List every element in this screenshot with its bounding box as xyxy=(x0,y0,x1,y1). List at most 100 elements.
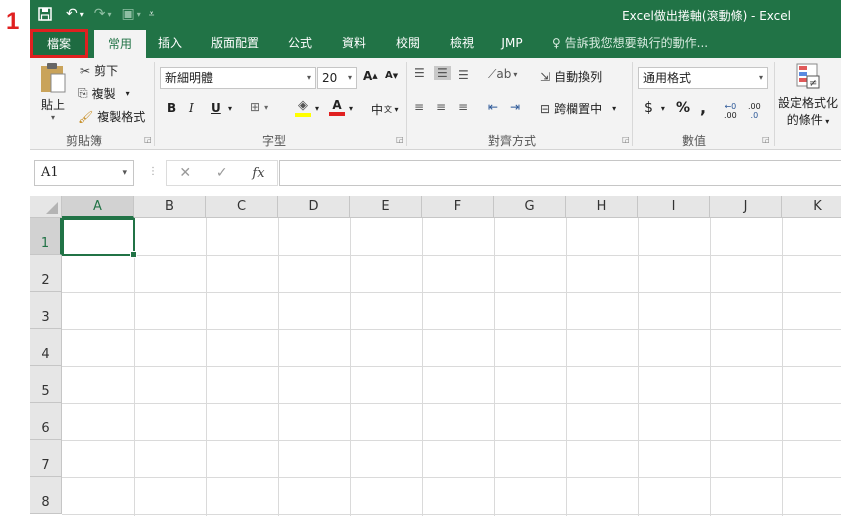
tab-formulas[interactable]: 公式 xyxy=(278,28,322,58)
drag-handle-icon[interactable]: ⋮ xyxy=(148,166,158,177)
row-header-8[interactable]: 8 xyxy=(30,477,62,514)
tab-data[interactable]: 資料 xyxy=(332,28,376,58)
group-separator xyxy=(406,62,407,146)
column-header-f[interactable]: F xyxy=(422,196,494,218)
active-cell[interactable] xyxy=(62,218,137,258)
redo-icon[interactable]: ↷ ▾ xyxy=(94,6,112,22)
undo-icon[interactable]: ↶ ▾ xyxy=(66,6,84,22)
tab-jmp[interactable]: JMP xyxy=(492,28,532,58)
bold-button[interactable]: B xyxy=(167,101,176,115)
font-color-dropdown-icon[interactable]: ▾ xyxy=(349,104,353,113)
font-size-select[interactable]: 20 ▾ xyxy=(317,67,357,89)
dialog-launcher-icon[interactable]: ◲ xyxy=(144,135,152,144)
align-center-icon[interactable]: ≡ xyxy=(436,100,446,114)
currency-button[interactable]: $ ▾ xyxy=(644,100,665,116)
chevron-down-icon: ▾ xyxy=(347,73,352,82)
row-header-1[interactable]: 1 xyxy=(30,218,62,255)
font-color-button[interactable]: A xyxy=(329,98,345,116)
row-header-4[interactable]: 4 xyxy=(30,329,62,366)
column-header-j[interactable]: J xyxy=(710,196,782,218)
dialog-launcher-icon[interactable]: ◲ xyxy=(622,135,630,144)
copy-icon: ⎘ xyxy=(78,86,88,100)
select-all-corner[interactable] xyxy=(30,196,62,218)
number-format-value: 通用格式 xyxy=(643,71,692,85)
column-header-e[interactable]: E xyxy=(350,196,422,218)
orientation-icon[interactable]: ⟋ab ▾ xyxy=(488,67,517,82)
paste-label: 貼上 xyxy=(40,98,65,112)
copy-label: 複製 xyxy=(91,87,116,101)
fill-color-dropdown-icon[interactable]: ▾ xyxy=(315,104,319,113)
step-marker: 1 xyxy=(6,8,20,35)
increase-decimal-button[interactable]: ←0.00 xyxy=(724,102,737,120)
percent-button[interactable]: % xyxy=(676,100,690,116)
tab-review[interactable]: 校閱 xyxy=(386,28,430,58)
cancel-icon[interactable]: ✕ xyxy=(179,165,191,181)
borders-icon[interactable]: ⊞ ▾ xyxy=(250,100,268,114)
customize-icon[interactable]: ⩡ xyxy=(149,9,155,20)
ribbon-home: 貼上 ▾ ✂ 剪下 ⎘ 複製 ▾ 🖌 複製格式 剪貼簿 ◲ 新細明體 ▾ 20 ▾ A ▲ A… xyxy=(30,58,841,150)
enter-icon[interactable]: ✓ xyxy=(216,165,228,181)
column-header-k[interactable]: K xyxy=(782,196,841,218)
row-header-5[interactable]: 5 xyxy=(30,366,62,403)
cut-button[interactable]: ✂ 剪下 xyxy=(80,62,118,79)
underline-dropdown-icon[interactable]: ▾ xyxy=(228,104,232,113)
tab-view[interactable]: 檢視 xyxy=(440,28,484,58)
tell-me-box[interactable]: ♀ 告訴我您想要執行的動作... xyxy=(552,28,708,58)
format-painter-button[interactable]: 🖌 複製格式 xyxy=(78,108,145,125)
save-icon[interactable] xyxy=(38,7,52,21)
gridline-vertical xyxy=(422,218,423,516)
column-header-b[interactable]: B xyxy=(134,196,206,218)
touch-mode-icon[interactable]: ▣ ▾ xyxy=(122,6,141,22)
formula-input[interactable] xyxy=(279,160,841,186)
row-header-6[interactable]: 6 xyxy=(30,403,62,440)
dialog-launcher-icon[interactable]: ◲ xyxy=(762,135,770,144)
align-left-icon[interactable]: ≡ xyxy=(414,100,424,114)
group-label-clipboard: 剪貼簿 xyxy=(66,134,103,148)
gridline-horizontal xyxy=(62,403,841,404)
copy-button[interactable]: ⎘ 複製 ▾ xyxy=(78,85,130,102)
gridline-vertical xyxy=(206,218,207,516)
align-right-icon[interactable]: ≡ xyxy=(458,100,468,114)
tab-page-layout[interactable]: 版面配置 xyxy=(200,28,270,58)
gridline-vertical xyxy=(566,218,567,516)
italic-button[interactable]: I xyxy=(189,101,194,115)
fill-color-icon[interactable]: ◈ xyxy=(295,98,311,117)
row-header-7[interactable]: 7 xyxy=(30,440,62,477)
column-header-a[interactable]: A xyxy=(62,196,134,218)
column-header-i[interactable]: I xyxy=(638,196,710,218)
column-header-h[interactable]: H xyxy=(566,196,638,218)
paste-button[interactable]: 貼上 ▾ xyxy=(38,62,68,122)
font-size-value: 20 xyxy=(322,71,338,85)
column-header-g[interactable]: G xyxy=(494,196,566,218)
font-name-select[interactable]: 新細明體 ▾ xyxy=(160,67,316,89)
tab-home[interactable]: 常用 xyxy=(94,30,146,58)
conditional-formatting-button[interactable]: ≠ 設定格式化 的條件 ▾ xyxy=(778,62,838,128)
comma-button[interactable]: , xyxy=(700,98,706,117)
insert-function-icon[interactable]: fx xyxy=(252,166,264,181)
wrap-text-label: 自動換列 xyxy=(554,70,603,84)
column-header-d[interactable]: D xyxy=(278,196,350,218)
align-top-icon[interactable]: ☰ xyxy=(414,66,425,80)
worksheet-grid[interactable]: ABCDEFGHIJK 12345678 xyxy=(30,196,841,516)
increase-indent-icon[interactable]: ⇥ xyxy=(510,100,520,114)
phonetic-label: 中 xyxy=(371,103,384,117)
phonetic-guide-button[interactable]: 中文 ▾ xyxy=(371,101,399,118)
tab-insert[interactable]: 插入 xyxy=(148,28,192,58)
decrease-indent-icon[interactable]: ⇤ xyxy=(488,100,498,114)
merge-center-button[interactable]: ⊟ 跨欄置中 ▾ xyxy=(540,100,616,117)
wrap-text-button[interactable]: ⇲ 自動換列 xyxy=(540,68,602,85)
underline-button[interactable]: U xyxy=(211,101,221,115)
dialog-launcher-icon[interactable]: ◲ xyxy=(396,135,404,144)
row-header-2[interactable]: 2 xyxy=(30,255,62,292)
decrease-decimal-button[interactable]: .00.0 xyxy=(748,102,761,120)
shrink-font-button[interactable]: A ▼ xyxy=(385,70,398,81)
font-color-letter: A xyxy=(332,98,342,112)
align-bottom-icon[interactable]: ☰ xyxy=(458,68,469,82)
align-middle-icon[interactable]: ☰ xyxy=(434,66,451,80)
row-header-3[interactable]: 3 xyxy=(30,292,62,329)
number-format-select[interactable]: 通用格式 ▾ xyxy=(638,67,768,89)
column-header-c[interactable]: C xyxy=(206,196,278,218)
tab-file[interactable]: 檔案 xyxy=(30,29,88,58)
name-box[interactable]: A1 ▾ xyxy=(34,160,134,186)
grow-font-button[interactable]: A ▲ xyxy=(363,69,378,83)
